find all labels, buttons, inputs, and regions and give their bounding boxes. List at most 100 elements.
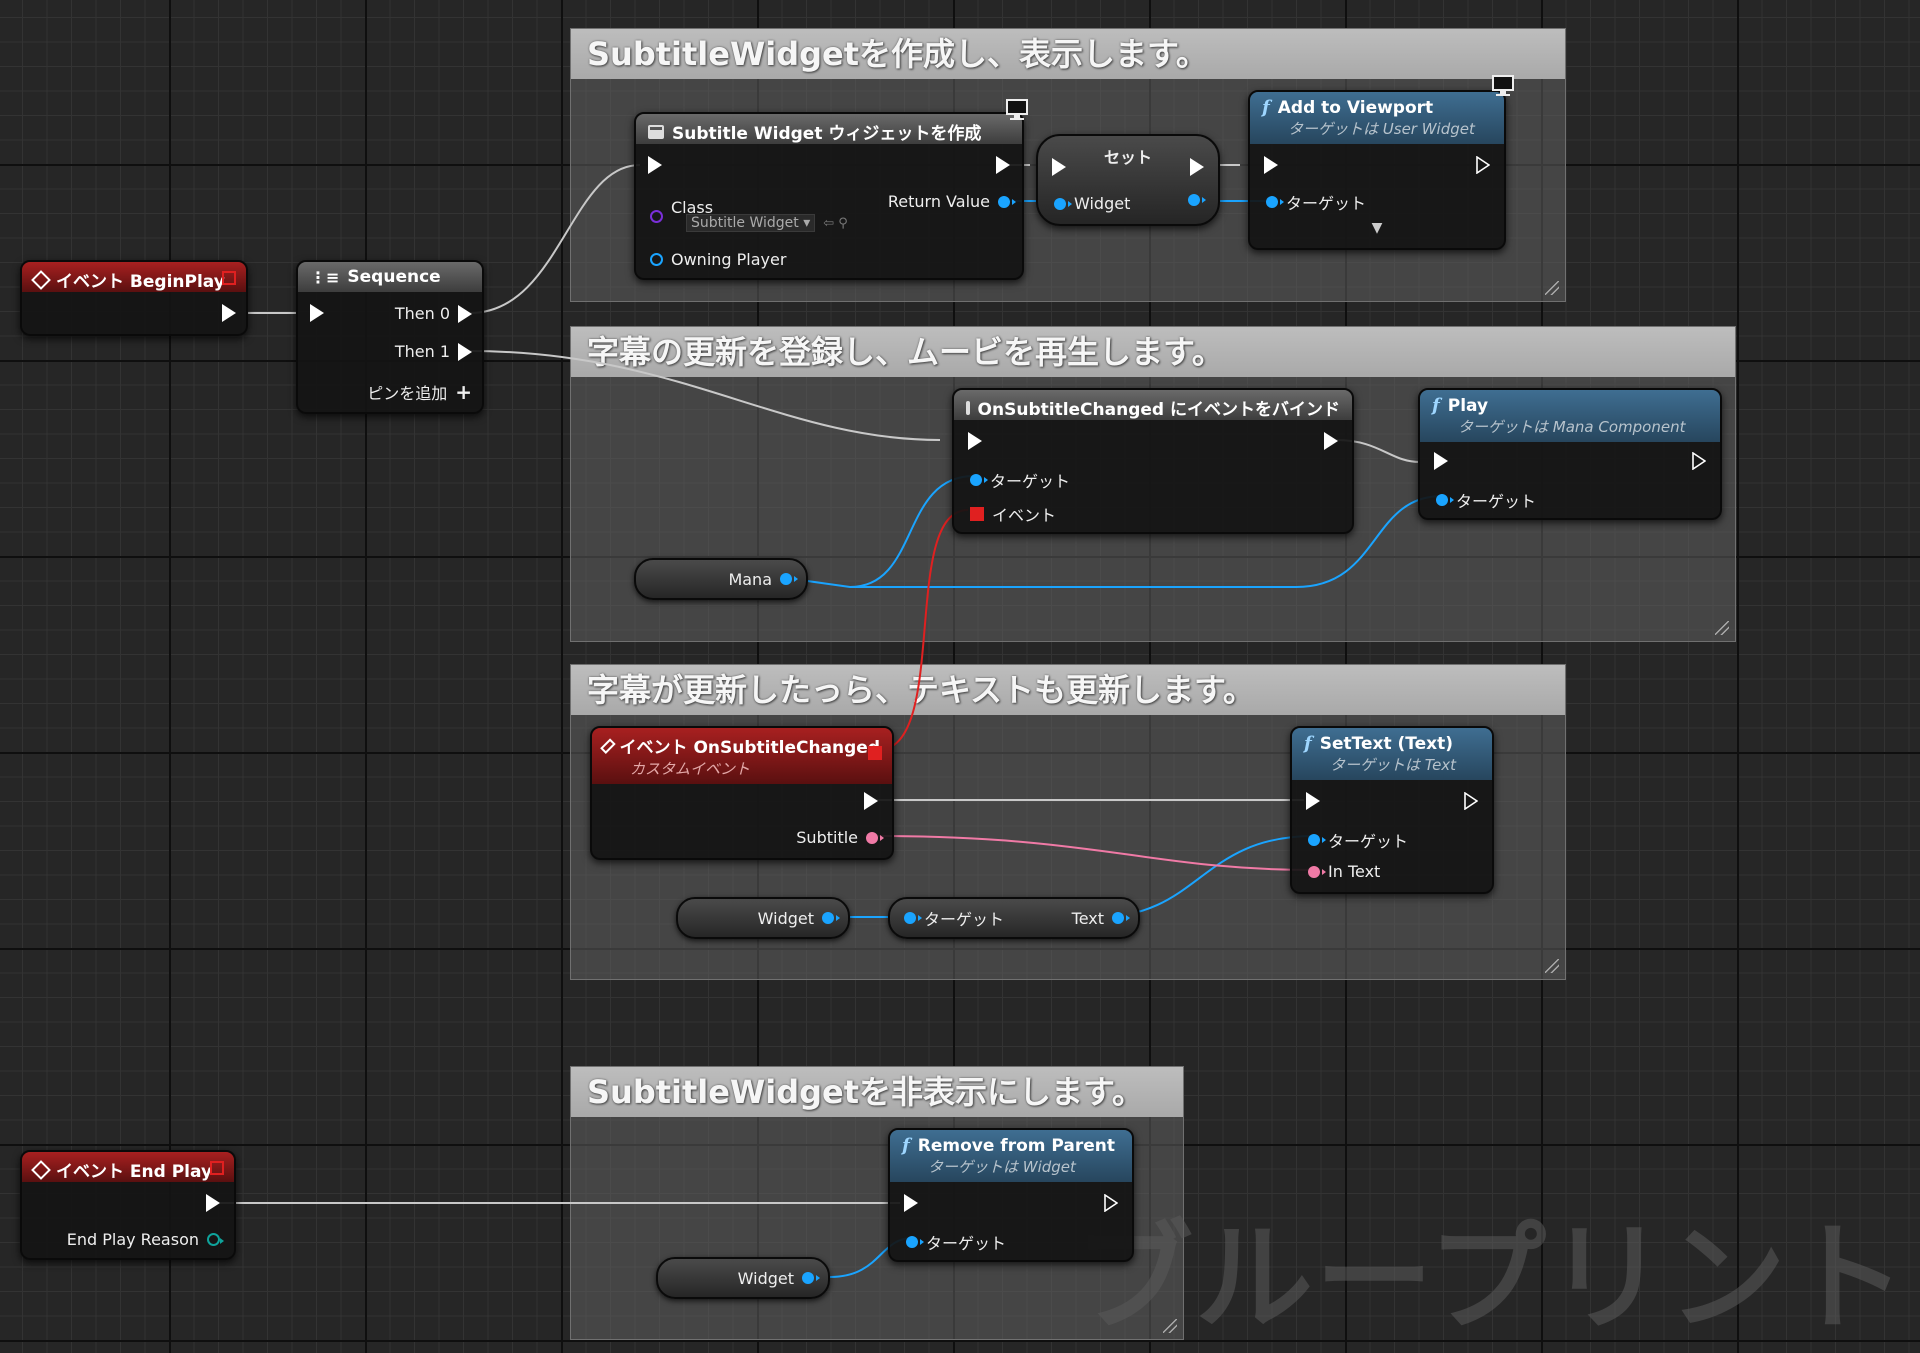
return-value-label: Return Value: [887, 192, 990, 211]
node-subtitle: ターゲットは Text: [1330, 756, 1457, 774]
class-dropdown[interactable]: Subtitle Widget ▾: [686, 214, 816, 232]
target-pin[interactable]: [904, 912, 922, 924]
exec-in-pin[interactable]: [1052, 158, 1066, 176]
target-pin[interactable]: [1308, 834, 1326, 846]
exec-in-pin[interactable]: [1264, 156, 1278, 174]
event-beginplay-node[interactable]: イベント BeginPlay: [20, 260, 248, 336]
exec-in-pin[interactable]: [904, 1194, 918, 1212]
target-pin[interactable]: [970, 474, 988, 486]
mana-out-pin[interactable]: [780, 573, 798, 585]
variable-label: Mana: [728, 569, 772, 589]
event-onsubtitlechanged-node[interactable]: イベント OnSubtitleChanged カスタムイベント Subtitle: [590, 726, 894, 860]
subtitle-pin[interactable]: [866, 831, 884, 844]
delegate-pin[interactable]: [210, 1161, 224, 1175]
then0-pin[interactable]: [458, 304, 472, 323]
widget-variable-node[interactable]: Widget: [676, 897, 850, 939]
comment-title: 字幕が更新したっら、テキストも更新します。: [571, 665, 1565, 715]
node-subtitle: ターゲットは Mana Component: [1458, 418, 1686, 436]
get-text-node[interactable]: ターゲット Text: [888, 897, 1140, 939]
exec-out-pin[interactable]: [996, 156, 1010, 174]
bind-event-node[interactable]: OnSubtitleChanged にイベントをバインド ターゲット イベント: [952, 388, 1354, 534]
plus-icon[interactable]: +: [455, 380, 472, 404]
in-text-label: In Text: [1328, 862, 1381, 881]
widget-icon: [648, 124, 664, 139]
exec-in-pin[interactable]: [1306, 792, 1320, 810]
event-diamond-icon: [31, 269, 51, 290]
widget-label: Widget: [1074, 194, 1131, 213]
exec-out-pin[interactable]: [1104, 1194, 1118, 1212]
event-delegate-pin[interactable]: [970, 507, 984, 521]
target-pin[interactable]: [906, 1236, 924, 1248]
function-icon: f: [1262, 97, 1270, 118]
exec-in-pin[interactable]: [648, 156, 662, 174]
text-out-pin[interactable]: [1112, 912, 1130, 924]
owning-player-label: Owning Player: [671, 250, 787, 269]
target-label: ターゲット: [1328, 832, 1409, 851]
widget-out-pin[interactable]: [1188, 194, 1206, 206]
remove-from-parent-node[interactable]: f Remove from Parent ターゲットは Widget ターゲット: [888, 1128, 1134, 1262]
widget-in-pin[interactable]: [1054, 197, 1072, 210]
node-subtitle: ターゲットは Widget: [928, 1158, 1076, 1176]
set-widget-node[interactable]: セット Widget: [1036, 134, 1220, 226]
target-label: ターゲット: [926, 1234, 1007, 1253]
node-subtitle: ターゲットは User Widget: [1288, 120, 1475, 138]
event-diamond-icon: [31, 1159, 51, 1180]
in-text-pin[interactable]: [1308, 865, 1326, 878]
mana-variable-node[interactable]: Mana: [634, 558, 808, 600]
resize-grip-icon[interactable]: [1715, 621, 1729, 635]
add-pin-label[interactable]: ピンを追加: [367, 380, 447, 404]
return-value-pin[interactable]: [998, 195, 1016, 208]
create-widget-node[interactable]: Subtitle Widget ウィジェットを作成 Class Subtitle…: [634, 112, 1024, 280]
end-play-reason-pin[interactable]: [207, 1233, 224, 1246]
event-endplay-node[interactable]: イベント End Play End Play Reason: [20, 1150, 236, 1260]
exec-out-pin[interactable]: [206, 1194, 220, 1212]
browse-icon[interactable]: ⇦ ⚲: [823, 216, 848, 231]
exec-out-pin[interactable]: [1324, 432, 1338, 450]
text-label: Text: [1071, 908, 1104, 928]
exec-out-pin[interactable]: [222, 304, 236, 322]
exec-in-pin[interactable]: [968, 432, 982, 450]
node-title: Subtitle Widget ウィジェットを作成: [672, 124, 982, 144]
sequence-node[interactable]: ⋮≡ Sequence Then 0 Then 1 ピンを追加 +: [296, 260, 484, 414]
node-title: イベント End Play: [56, 1162, 213, 1182]
monitor-icon: [1006, 99, 1028, 120]
then1-label: Then 1: [394, 342, 450, 361]
node-title: イベント BeginPlay: [56, 272, 225, 292]
exec-in-pin[interactable]: [1434, 452, 1448, 470]
variable-label: Widget: [737, 1268, 794, 1288]
widget-variable-node[interactable]: Widget: [656, 1257, 830, 1299]
node-title: Sequence: [347, 267, 441, 287]
exec-out-pin[interactable]: [1476, 156, 1490, 174]
node-title: Remove from Parent: [917, 1135, 1116, 1156]
class-pin[interactable]: [650, 210, 663, 223]
resize-grip-icon[interactable]: [1545, 959, 1559, 973]
widget-out-pin[interactable]: [822, 912, 840, 924]
node-title: イベント OnSubtitleChanged: [619, 738, 880, 758]
expand-arrow-icon[interactable]: ▼: [1372, 220, 1383, 236]
exec-in-pin[interactable]: [310, 304, 324, 322]
node-subtitle: カスタムイベント: [630, 760, 751, 778]
settext-node[interactable]: f SetText (Text) ターゲットは Text ターゲット In Tex…: [1290, 726, 1494, 894]
node-title: Play: [1447, 395, 1489, 416]
function-icon: f: [1304, 733, 1312, 754]
delegate-pin[interactable]: [868, 746, 882, 760]
exec-out-pin[interactable]: [1464, 792, 1478, 810]
blueprint-watermark: ブループリント: [1075, 1209, 1908, 1347]
exec-out-pin[interactable]: [1692, 452, 1706, 470]
target-pin[interactable]: [1266, 196, 1284, 208]
target-label: ターゲット: [990, 472, 1071, 491]
play-node[interactable]: f Play ターゲットは Mana Component ターゲット: [1418, 388, 1722, 520]
delegate-pin[interactable]: [222, 271, 236, 285]
then0-label: Then 0: [394, 304, 450, 323]
target-pin[interactable]: [1436, 494, 1454, 506]
exec-out-pin[interactable]: [864, 792, 878, 810]
owning-player-pin[interactable]: [650, 253, 663, 266]
resize-grip-icon[interactable]: [1545, 281, 1559, 295]
widget-out-pin[interactable]: [802, 1272, 820, 1284]
then1-pin[interactable]: [458, 342, 472, 361]
target-label: ターゲット: [1456, 492, 1537, 511]
exec-out-pin[interactable]: [1190, 158, 1204, 176]
variable-label: Widget: [757, 908, 814, 928]
add-to-viewport-node[interactable]: f Add to Viewport ターゲットは User Widget ターゲッ…: [1248, 90, 1506, 250]
comment-title: SubtitleWidgetを作成し、表示します。: [571, 29, 1565, 79]
